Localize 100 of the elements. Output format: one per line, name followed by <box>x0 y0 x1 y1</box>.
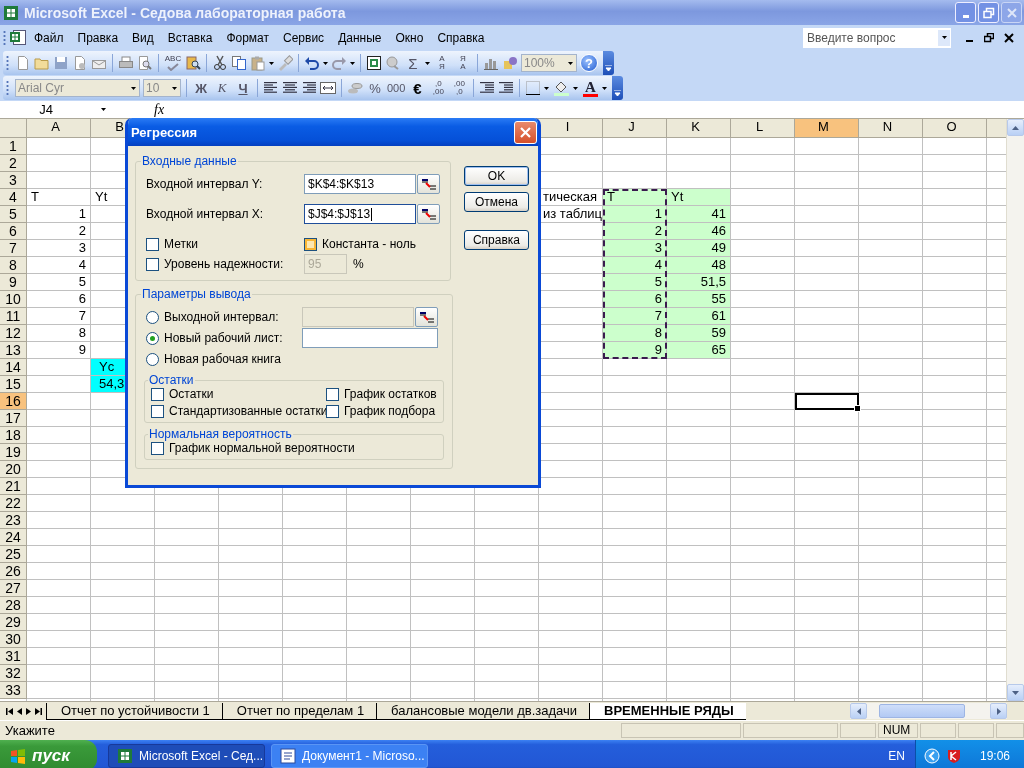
print-preview-icon[interactable] <box>137 55 153 71</box>
row-header[interactable]: 4 <box>0 189 27 206</box>
taskbar-button[interactable]: Документ1 - Microso... <box>271 743 428 768</box>
row-header[interactable]: 5 <box>0 206 27 223</box>
row-header[interactable]: 6 <box>0 223 27 240</box>
row-header[interactable]: 3 <box>0 172 27 189</box>
toolbar-options-button[interactable] <box>612 76 624 100</box>
book-magnifier-icon[interactable] <box>185 55 201 71</box>
decimal-places-button[interactable]: ,0 ,00 <box>429 80 448 96</box>
borders-icon[interactable] <box>525 80 542 96</box>
row-header[interactable]: 11 <box>0 308 27 325</box>
decrease-indent-icon[interactable] <box>479 80 496 96</box>
row-header[interactable]: 1 <box>0 138 27 155</box>
range-picker-button[interactable] <box>417 174 440 194</box>
italic-button[interactable]: К <box>213 78 231 98</box>
new-document-icon[interactable] <box>15 55 31 71</box>
row-header[interactable]: 27 <box>0 580 27 597</box>
menu-item[interactable]: Вставка <box>160 28 220 47</box>
help-search-field[interactable]: Введите вопрос <box>803 27 951 48</box>
row-header[interactable]: 30 <box>0 631 27 648</box>
vertical-scrollbar[interactable] <box>1006 119 1024 701</box>
column-header[interactable]: M <box>795 119 859 138</box>
caret-icon[interactable] <box>425 61 430 65</box>
minimize-button[interactable] <box>955 2 976 23</box>
sort-button[interactable]: Я А <box>454 55 472 71</box>
row-header[interactable]: 2 <box>0 155 27 172</box>
toolbar-grip[interactable] <box>6 55 9 71</box>
checkbox[interactable] <box>326 404 339 418</box>
menu-item[interactable]: Вид <box>125 28 161 47</box>
menu-item[interactable]: Данные <box>331 28 389 47</box>
align-center-icon[interactable] <box>282 80 298 96</box>
caret-icon[interactable] <box>573 86 579 90</box>
sheet-tab[interactable]: Отчет по устойчивости 1 <box>46 702 222 720</box>
row-header[interactable]: 33 <box>0 682 27 699</box>
clipboard-icon[interactable] <box>250 55 266 71</box>
row-header[interactable]: 18 <box>0 427 27 444</box>
align-left-icon[interactable] <box>263 80 279 96</box>
name-box[interactable]: J4 <box>0 101 92 118</box>
document-lock-icon[interactable] <box>72 55 88 71</box>
restore-button[interactable] <box>978 2 999 23</box>
undo-icon[interactable] <box>304 55 320 71</box>
shield-icon[interactable] <box>945 747 962 764</box>
close-icon[interactable] <box>1004 32 1014 43</box>
autosum-button[interactable]: Σ <box>404 53 422 73</box>
caret-icon[interactable] <box>544 86 550 90</box>
floppy-icon[interactable] <box>53 55 69 71</box>
language-indicator[interactable]: EN <box>888 748 905 763</box>
copy-icon[interactable] <box>231 55 247 71</box>
menu-item[interactable]: Формат <box>219 28 277 47</box>
sheet-tab[interactable]: ВРЕМЕННЫЕ РЯДЫ <box>589 702 746 720</box>
restore-icon[interactable] <box>984 32 994 43</box>
row-header[interactable]: 12 <box>0 325 27 342</box>
radio-button[interactable] <box>146 352 159 366</box>
checkbox[interactable] <box>151 441 164 455</box>
thousands-button[interactable]: 000 <box>387 78 406 98</box>
menu-item[interactable]: Файл <box>27 28 71 47</box>
toolbar-grip[interactable] <box>6 80 9 96</box>
printer-icon[interactable] <box>118 55 134 71</box>
range-picker-button[interactable] <box>415 307 438 327</box>
menu-item[interactable]: Сервис <box>276 28 332 47</box>
caret-icon[interactable] <box>941 36 947 39</box>
spreadsheet-document-icon[interactable] <box>10 29 27 46</box>
increase-indent-icon[interactable] <box>498 80 515 96</box>
start-button[interactable]: пуск <box>0 740 97 768</box>
insert-function-button[interactable]: fx <box>154 101 165 118</box>
sheet-tab[interactable]: балансовые модели дв.задачи <box>376 702 590 720</box>
checkbox[interactable] <box>304 237 317 251</box>
checkbox[interactable] <box>326 387 339 401</box>
toolbar-options-button[interactable] <box>603 51 614 75</box>
sheet-tab[interactable]: Отчет по пределам 1 <box>221 702 377 720</box>
spelling-button[interactable]: ABC <box>164 55 182 71</box>
decimal-places-button[interactable]: ,00 ,0 <box>450 80 469 96</box>
shapes-icon[interactable] <box>502 55 518 71</box>
caret-icon[interactable] <box>323 61 328 65</box>
row-header[interactable]: 24 <box>0 529 27 546</box>
row-header[interactable]: 8 <box>0 257 27 274</box>
row-header[interactable]: 28 <box>0 597 27 614</box>
document-icon[interactable] <box>280 747 296 764</box>
row-header[interactable]: 26 <box>0 563 27 580</box>
row-header[interactable]: 21 <box>0 478 27 495</box>
caret-icon[interactable] <box>269 61 274 65</box>
row-header[interactable]: 19 <box>0 444 27 461</box>
menu-item[interactable]: Окно <box>388 28 431 47</box>
sort-button[interactable]: А Я <box>433 55 451 71</box>
row-header[interactable]: 14 <box>0 359 27 376</box>
row-header[interactable]: 7 <box>0 240 27 257</box>
caret-icon[interactable] <box>172 86 177 90</box>
taskbar-button[interactable]: Microsoft Excel - Сед... <box>108 743 265 768</box>
column-header[interactable]: J <box>603 119 667 138</box>
row-header[interactable]: 10 <box>0 291 27 308</box>
row-header[interactable]: 20 <box>0 461 27 478</box>
row-header[interactable]: 17 <box>0 410 27 427</box>
column-header[interactable]: I <box>539 119 603 138</box>
next-sheet-icon[interactable] <box>26 707 31 715</box>
font-color-button[interactable]: A <box>581 79 600 97</box>
row-header[interactable]: 16 <box>0 393 27 410</box>
horizontal-scrollbar[interactable] <box>850 703 1007 719</box>
dialog-button[interactable]: OK <box>464 166 529 186</box>
underline-button[interactable]: Ч <box>234 78 252 98</box>
output-range-field[interactable] <box>302 307 414 327</box>
